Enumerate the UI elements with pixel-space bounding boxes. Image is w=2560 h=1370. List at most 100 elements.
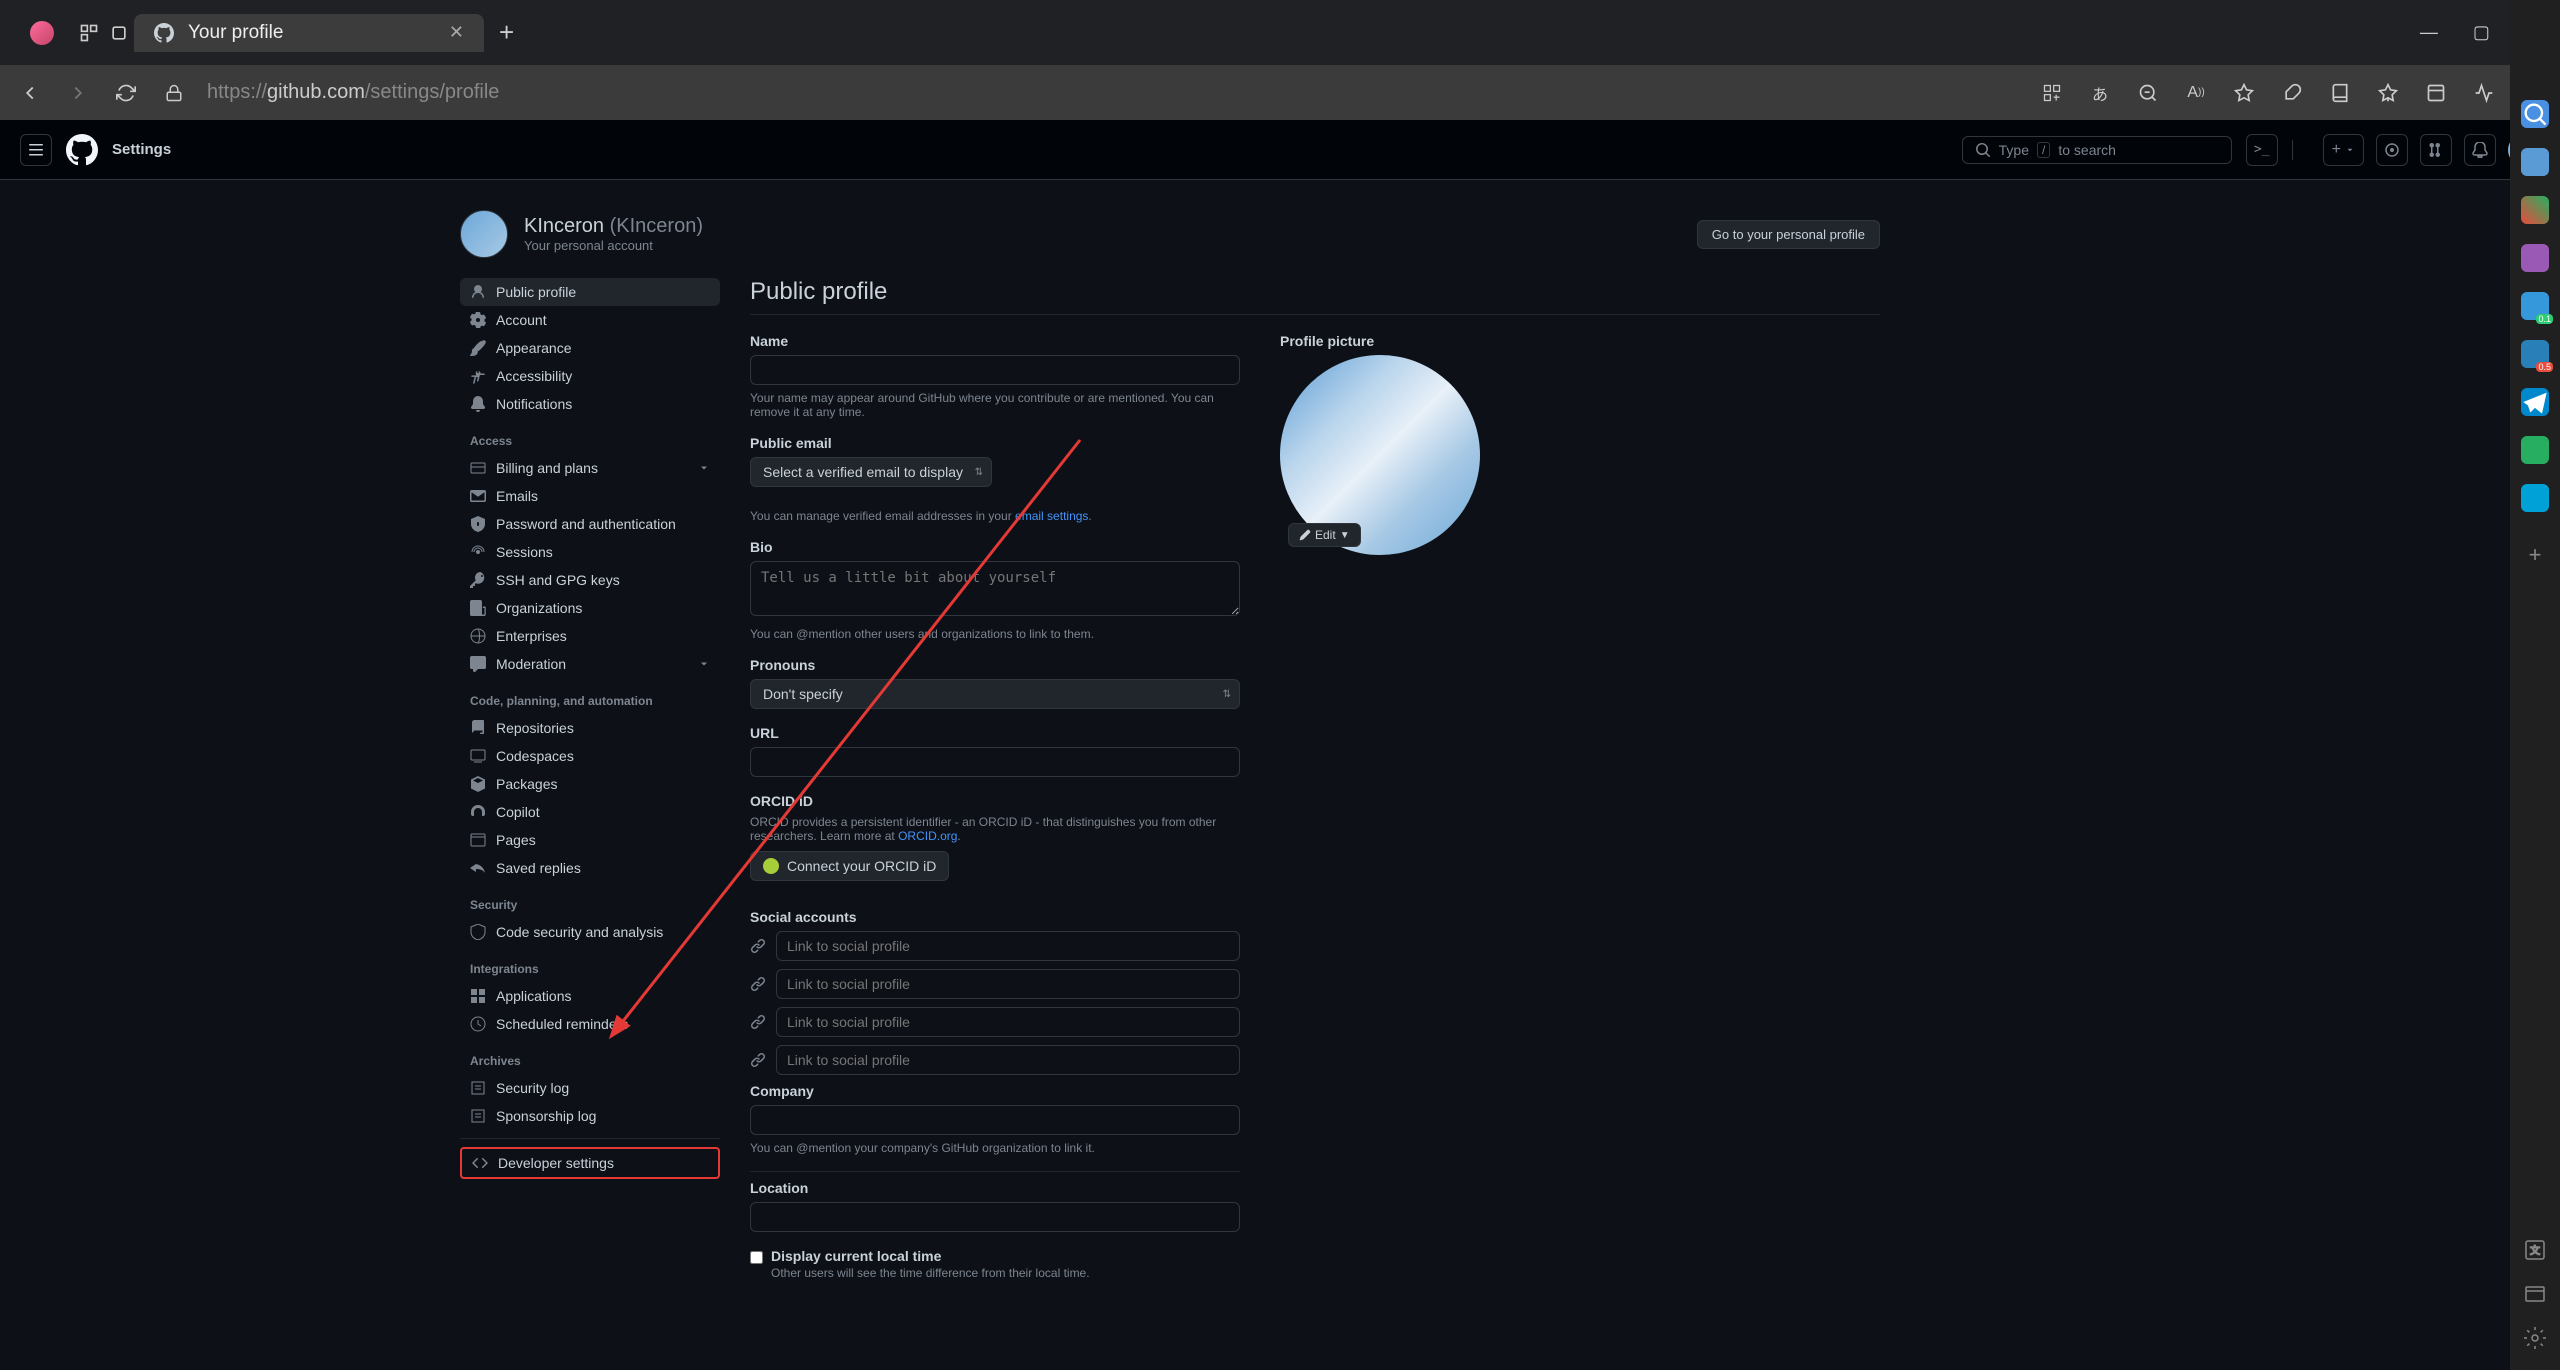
refresh-button[interactable] xyxy=(111,78,141,108)
sidebar-item-saved-replies[interactable]: Saved replies xyxy=(460,854,720,882)
email-select[interactable]: Select a verified email to display xyxy=(750,457,992,487)
email-hint: You can manage verified email addresses … xyxy=(750,509,1240,523)
search-input[interactable]: Type / to search xyxy=(1962,136,2232,164)
sidebar-app-3[interactable] xyxy=(2521,196,2549,224)
email-settings-link[interactable]: email settings xyxy=(1015,509,1088,523)
sidebar-tool-2[interactable] xyxy=(2523,1282,2547,1306)
sidebar-app-5[interactable]: 0.1 xyxy=(2521,292,2549,320)
url-input[interactable] xyxy=(750,747,1240,777)
workspaces-icon[interactable] xyxy=(74,18,104,48)
browser-tab[interactable]: Your profile ✕ xyxy=(134,14,484,52)
social-input-4[interactable] xyxy=(776,1045,1240,1075)
sidebar-app-7[interactable] xyxy=(2521,388,2549,416)
favorite-icon[interactable] xyxy=(2231,78,2257,108)
read-aloud-icon[interactable]: A)) xyxy=(2183,78,2209,108)
sidebar-item-sponsorship-log[interactable]: Sponsorship log xyxy=(460,1102,720,1130)
sidebar-app-1[interactable] xyxy=(2521,100,2549,128)
social-input-3[interactable] xyxy=(776,1007,1240,1037)
company-input[interactable] xyxy=(750,1105,1240,1135)
sidebar-item-scheduled-reminders[interactable]: Scheduled reminders xyxy=(460,1010,720,1038)
sidebar-settings-icon[interactable] xyxy=(2523,1326,2547,1350)
tab-actions-icon[interactable] xyxy=(104,18,134,48)
social-input-2[interactable] xyxy=(776,969,1240,999)
sidebar-item-account[interactable]: Account xyxy=(460,306,720,334)
sidebar-app-8[interactable] xyxy=(2521,436,2549,464)
create-new-button[interactable]: + xyxy=(2323,134,2364,166)
sidebar-item-accessibility[interactable]: Accessibility xyxy=(460,362,720,390)
sidebar-item-moderation[interactable]: Moderation xyxy=(460,650,720,678)
social-input-1[interactable] xyxy=(776,931,1240,961)
timezone-checkbox[interactable] xyxy=(750,1251,763,1264)
sidebar-item-copilot[interactable]: Copilot xyxy=(460,798,720,826)
edit-picture-button[interactable]: Edit ▼ xyxy=(1288,523,1361,547)
github-logo[interactable] xyxy=(66,134,98,166)
back-button[interactable] xyxy=(15,78,45,108)
extensions-icon[interactable] xyxy=(2039,78,2065,108)
performance-icon[interactable] xyxy=(2471,78,2497,108)
sidebar-tool-1[interactable]: 文 xyxy=(2523,1238,2547,1262)
new-tab-button[interactable]: + xyxy=(484,17,514,48)
sidebar-item-codespaces[interactable]: Codespaces xyxy=(460,742,720,770)
extension-icon[interactable] xyxy=(2279,78,2305,108)
collections-icon[interactable] xyxy=(2327,78,2353,108)
sidebar-item-password[interactable]: Password and authentication xyxy=(460,510,720,538)
globe-icon xyxy=(470,628,486,644)
chevron-down-icon xyxy=(698,658,710,670)
goto-profile-button[interactable]: Go to your personal profile xyxy=(1697,220,1880,249)
translate-icon[interactable]: あ xyxy=(2087,78,2113,108)
sidebar-item-notifications[interactable]: Notifications xyxy=(460,390,720,418)
log-icon xyxy=(470,1080,486,1096)
sidebar-item-pages[interactable]: Pages xyxy=(460,826,720,854)
pronouns-select[interactable]: Don't specify xyxy=(750,679,1240,709)
minimize-button[interactable]: — xyxy=(2420,22,2438,43)
form-column: Public profile Name Your name may appear… xyxy=(750,278,1920,1282)
chevron-down-icon xyxy=(698,462,710,474)
name-input[interactable] xyxy=(750,355,1240,385)
sidebar-item-organizations[interactable]: Organizations xyxy=(460,594,720,622)
sidebar-item-repositories[interactable]: Repositories xyxy=(460,714,720,742)
maximize-button[interactable]: ▢ xyxy=(2473,22,2490,43)
browser-essentials-icon[interactable] xyxy=(2423,78,2449,108)
sidebar-item-security-log[interactable]: Security log xyxy=(460,1074,720,1102)
sidebar-item-packages[interactable]: Packages xyxy=(460,770,720,798)
sidebar-item-developer-settings[interactable]: Developer settings xyxy=(460,1147,720,1179)
section-title: Public profile xyxy=(750,278,1880,315)
menu-button[interactable] xyxy=(20,134,52,166)
sidebar-item-enterprises[interactable]: Enterprises xyxy=(460,622,720,650)
command-palette-button[interactable]: >_ xyxy=(2246,134,2278,166)
sidebar-item-appearance[interactable]: Appearance xyxy=(460,334,720,362)
location-input[interactable] xyxy=(750,1202,1240,1232)
profile-subtitle: Your personal account xyxy=(524,238,703,253)
close-tab-icon[interactable]: ✕ xyxy=(449,22,464,43)
sidebar-app-6[interactable]: 0.5 xyxy=(2521,340,2549,368)
sidebar-item-public-profile[interactable]: Public profile xyxy=(460,278,720,306)
site-info-icon[interactable] xyxy=(159,78,189,108)
zoom-icon[interactable] xyxy=(2135,78,2161,108)
edge-sidebar: 0.1 0.5 + 文 xyxy=(2510,0,2560,1370)
notifications-button[interactable] xyxy=(2464,134,2496,166)
sidebar-item-sessions[interactable]: Sessions xyxy=(460,538,720,566)
orcid-link[interactable]: ORCID.org xyxy=(898,829,957,843)
sidebar-add-button[interactable]: + xyxy=(2529,542,2542,568)
broadcast-icon xyxy=(470,544,486,560)
sidebar-section-archives: Archives xyxy=(460,1038,720,1074)
issues-button[interactable] xyxy=(2376,134,2408,166)
browser-toolbar: https://github.com/settings/profile あ A)… xyxy=(0,65,2560,120)
sidebar-app-9[interactable] xyxy=(2521,484,2549,512)
profile-icon xyxy=(10,13,74,53)
location-label: Location xyxy=(750,1180,1240,1196)
sidebar-item-applications[interactable]: Applications xyxy=(460,982,720,1010)
orcid-connect-button[interactable]: Connect your ORCID iD xyxy=(750,851,949,881)
bio-input[interactable] xyxy=(750,561,1240,616)
pull-requests-button[interactable] xyxy=(2420,134,2452,166)
sidebar-app-4[interactable] xyxy=(2521,244,2549,272)
sidebar-item-billing[interactable]: Billing and plans xyxy=(460,454,720,482)
sidebar-item-ssh[interactable]: SSH and GPG keys xyxy=(460,566,720,594)
company-hint: You can @mention your company's GitHub o… xyxy=(750,1141,1240,1155)
favorites-bar-icon[interactable] xyxy=(2375,78,2401,108)
address-bar[interactable]: https://github.com/settings/profile xyxy=(207,81,2021,104)
picture-label: Profile picture xyxy=(1280,333,1580,349)
sidebar-item-code-security[interactable]: Code security and analysis xyxy=(460,918,720,946)
sidebar-item-emails[interactable]: Emails xyxy=(460,482,720,510)
sidebar-app-2[interactable] xyxy=(2521,148,2549,176)
